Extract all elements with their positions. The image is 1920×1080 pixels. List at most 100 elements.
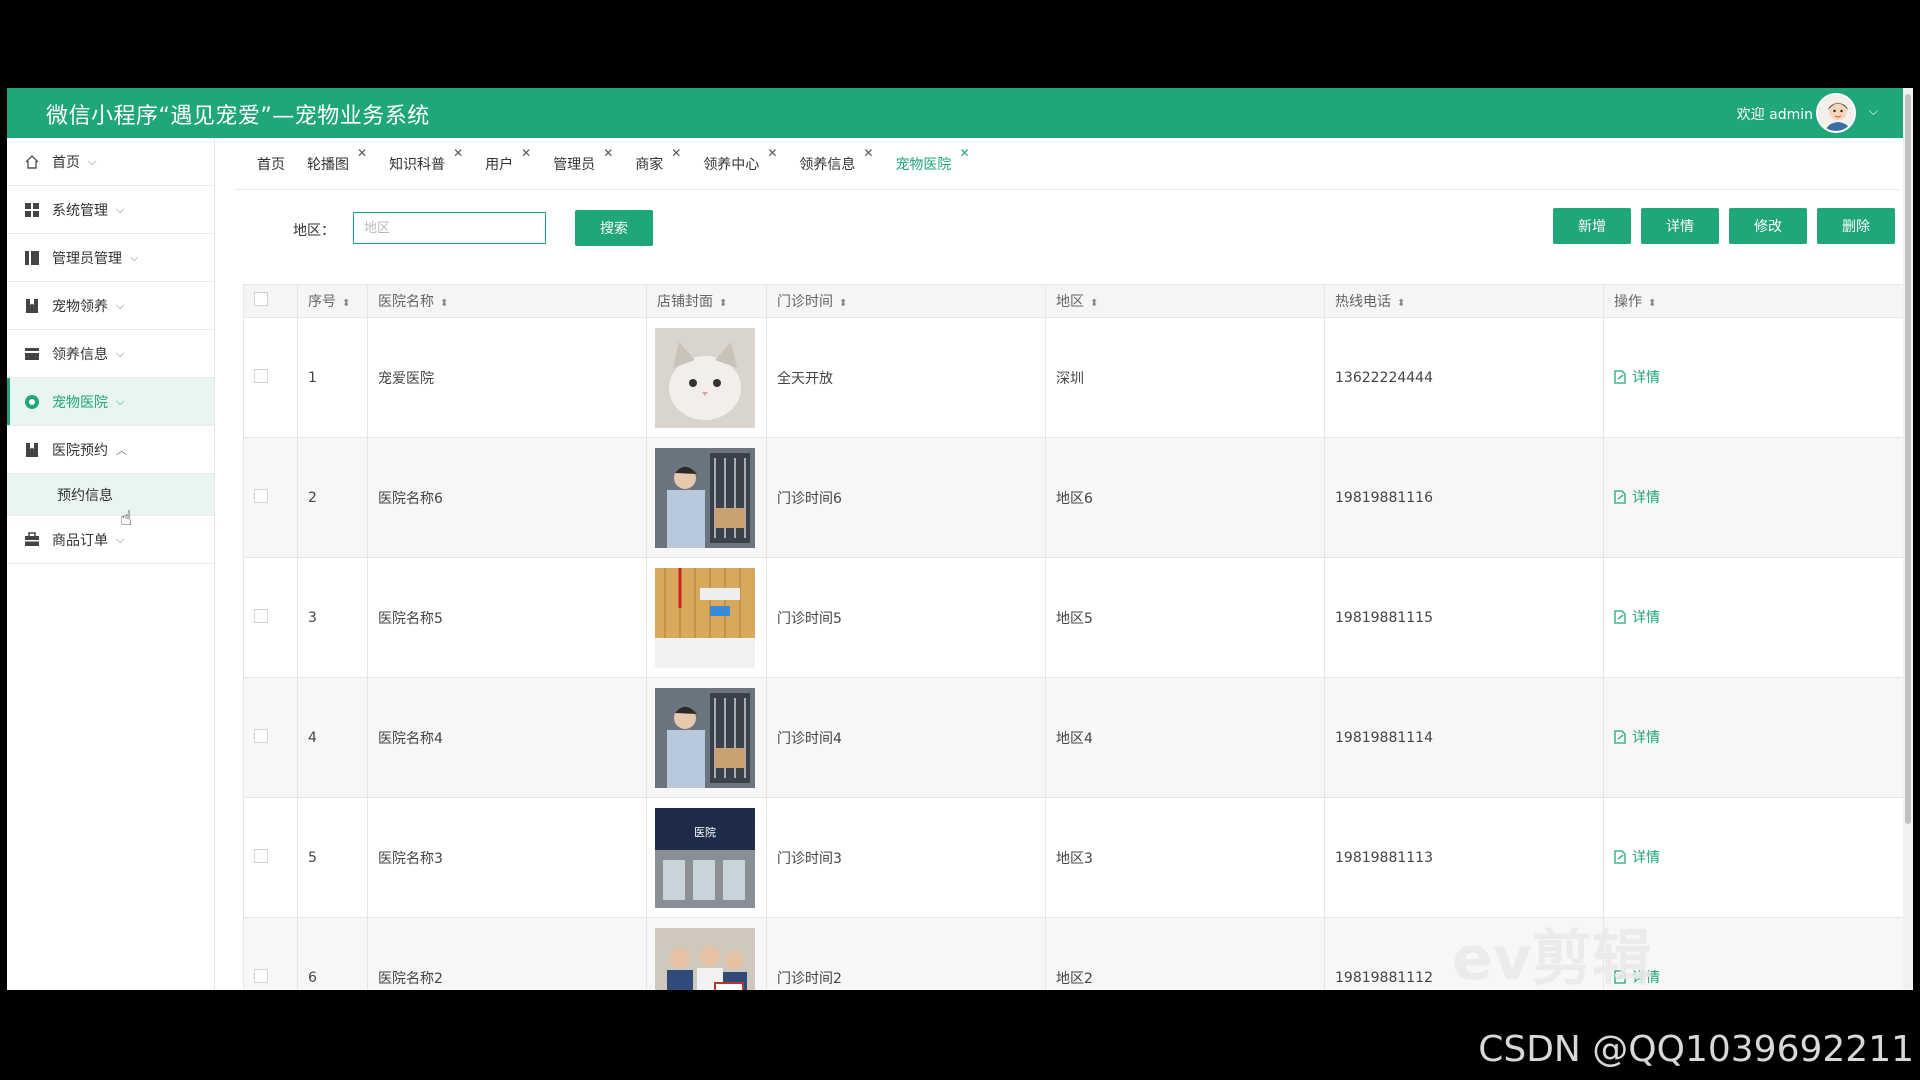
sidebar-item-admins[interactable]: 管理员管理 ⌵: [7, 234, 214, 282]
search-button[interactable]: 搜索: [575, 210, 653, 246]
tab-home[interactable]: 首页: [257, 154, 285, 174]
sidebar-item-product-orders[interactable]: 商品订单 ⌵: [7, 516, 214, 564]
table-row[interactable]: 4 医院名称4 门诊时间4 地区4 19819881114 详情: [243, 677, 1905, 798]
row-checkbox[interactable]: [254, 968, 268, 983]
table-row[interactable]: 3 医院名称5 门诊时间5 地区5 19819881115 详情: [243, 557, 1905, 678]
close-icon[interactable]: ✕: [767, 146, 777, 160]
add-button[interactable]: 新增: [1553, 208, 1631, 244]
column-label: 医院名称: [378, 294, 434, 310]
detail-link-label: 详情: [1632, 730, 1660, 746]
clinic-hours: 全天开放: [766, 317, 1046, 438]
sidebar: 首页 ⌵ 系统管理 ⌵ 管理员管理 ⌵ 宠物领养 ⌵ 领养信息 ⌵ 宠物医院 ⌵: [7, 138, 215, 990]
delete-button[interactable]: 删除: [1817, 208, 1895, 244]
edit-button[interactable]: 修改: [1729, 208, 1807, 244]
column-header[interactable]: 序号 ⬍: [297, 284, 368, 318]
row-select-cell: [243, 437, 298, 558]
user-avatar[interactable]: [1816, 93, 1856, 133]
sidebar-item-hospital-booking[interactable]: 医院预约 ︿: [7, 426, 214, 474]
tab-label: 商家: [635, 156, 664, 173]
vertical-scrollbar[interactable]: [1903, 88, 1913, 990]
sidebar-subitem-booking-info[interactable]: 预约信息: [7, 474, 214, 516]
clinic-hours: 门诊时间5: [766, 557, 1046, 678]
row-actions: 详情: [1603, 317, 1905, 438]
row-checkbox[interactable]: [254, 728, 268, 743]
row-detail-link[interactable]: 详情: [1614, 367, 1660, 387]
column-header[interactable]: 热线电话 ⬍: [1324, 284, 1604, 318]
row-detail-link[interactable]: 详情: [1614, 727, 1660, 747]
tab-pet-hospital[interactable]: 宠物医院 ✕: [895, 146, 969, 174]
close-icon[interactable]: ✕: [671, 146, 681, 160]
region: 地区6: [1045, 437, 1325, 558]
detail-button[interactable]: 详情: [1641, 208, 1719, 244]
row-index: 5: [297, 797, 368, 918]
select-all-checkbox[interactable]: [254, 292, 268, 306]
select-all-cell: [243, 284, 298, 318]
row-checkbox[interactable]: [254, 848, 268, 863]
row-checkbox[interactable]: [254, 608, 268, 623]
row-detail-link[interactable]: 详情: [1614, 487, 1660, 507]
tab-merchants[interactable]: 商家 ✕: [635, 146, 681, 174]
table-body: 1 宠爱医院 全天开放 深圳 13622224444 详情 2 医院名称6 门诊…: [243, 317, 1905, 990]
chevron-down-icon: ⌵: [130, 250, 139, 264]
table-row[interactable]: 6 医院名称2 门诊时间2 地区2 19819881112 详情: [243, 917, 1905, 990]
detail-link-label: 详情: [1632, 370, 1660, 386]
row-actions: 详情: [1603, 677, 1905, 798]
scrollbar-thumb[interactable]: [1905, 94, 1911, 824]
column-label: 门诊时间: [777, 294, 833, 310]
sidebar-item-system[interactable]: 系统管理 ⌵: [7, 186, 214, 234]
row-index: 1: [297, 317, 368, 438]
reception-photo: [655, 567, 766, 668]
close-icon[interactable]: ✕: [959, 146, 969, 160]
region: 地区4: [1045, 677, 1325, 798]
sidebar-item-adoption-info[interactable]: 领养信息 ⌵: [7, 330, 214, 378]
tab-carousel[interactable]: 轮播图 ✕: [307, 146, 367, 174]
close-icon[interactable]: ✕: [603, 146, 613, 160]
chevron-down-icon: ⌵: [116, 346, 125, 360]
hotline-phone: 19819881116: [1324, 437, 1604, 558]
row-detail-link[interactable]: 详情: [1614, 607, 1660, 627]
close-icon[interactable]: ✕: [453, 146, 463, 160]
tab-users[interactable]: 用户 ✕: [485, 146, 531, 174]
sort-icon: ⬍: [342, 298, 351, 309]
row-actions: 详情: [1603, 797, 1905, 918]
tab-label: 知识科普: [389, 156, 446, 173]
row-select-cell: [243, 317, 298, 438]
row-select-cell: [243, 917, 298, 990]
column-header[interactable]: 店铺封面 ⬍: [646, 284, 767, 318]
table-row[interactable]: 5 医院名称3 医院 门诊时间3 地区3 19819881113 详情: [243, 797, 1905, 918]
column-header[interactable]: 门诊时间 ⬍: [766, 284, 1046, 318]
sidebar-item-pet-adoption[interactable]: 宠物领养 ⌵: [7, 282, 214, 330]
detail-link-label: 详情: [1632, 490, 1660, 506]
table-row[interactable]: 1 宠爱医院 全天开放 深圳 13622224444 详情: [243, 317, 1905, 438]
close-icon[interactable]: ✕: [357, 146, 367, 160]
column-header[interactable]: 医院名称 ⬍: [367, 284, 647, 318]
tab-knowledge[interactable]: 知识科普 ✕: [389, 146, 463, 174]
column-label: 店铺封面: [657, 294, 713, 310]
sidebar-item-home[interactable]: 首页 ⌵: [7, 138, 214, 186]
user-menu-chevron-icon[interactable]: ⌵: [1869, 104, 1878, 119]
table-row[interactable]: 2 医院名称6 门诊时间6 地区6 19819881116 详情: [243, 437, 1905, 558]
clinic-hours: 门诊时间2: [766, 917, 1046, 990]
column-header[interactable]: 操作 ⬍: [1603, 284, 1905, 318]
sidebar-item-pet-hospital[interactable]: 宠物医院 ⌵: [7, 378, 214, 426]
hotline-phone: 19819881114: [1324, 677, 1604, 798]
tab-adoption-center[interactable]: 领养中心 ✕: [703, 146, 777, 174]
region: 地区3: [1045, 797, 1325, 918]
document-edit-icon: [1614, 730, 1626, 744]
sort-icon: ⬍: [440, 298, 449, 309]
column-header[interactable]: 地区 ⬍: [1045, 284, 1325, 318]
close-icon[interactable]: ✕: [521, 146, 531, 160]
tab-adoption-info[interactable]: 领养信息 ✕: [799, 146, 873, 174]
region-search-input[interactable]: [353, 212, 546, 244]
detail-link-label: 详情: [1632, 850, 1660, 866]
bookmark-icon: [24, 442, 40, 458]
store-cover-cell: [646, 317, 767, 438]
hand-cursor-icon: ☝: [120, 506, 133, 530]
row-checkbox[interactable]: [254, 368, 268, 383]
row-checkbox[interactable]: [254, 488, 268, 503]
row-detail-link[interactable]: 详情: [1614, 847, 1660, 867]
close-icon[interactable]: ✕: [863, 146, 873, 160]
tab-admins[interactable]: 管理员 ✕: [553, 146, 613, 174]
region-label: 地区：: [293, 223, 335, 239]
sidebar-item-label: 医院预约: [52, 442, 108, 459]
